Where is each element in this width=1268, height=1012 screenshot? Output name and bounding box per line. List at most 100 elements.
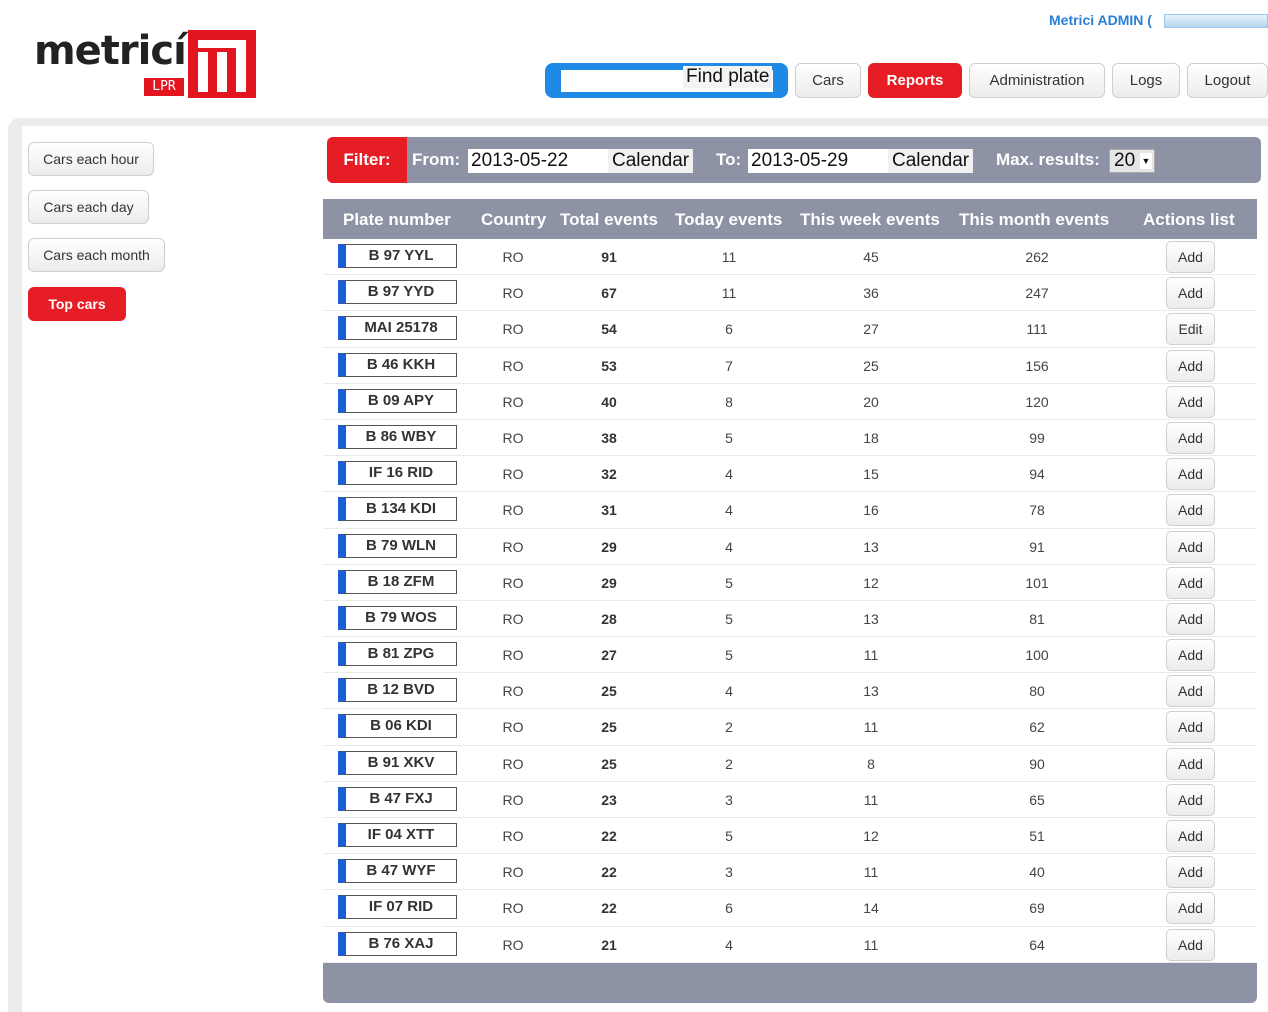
- row-action-button[interactable]: Add: [1166, 349, 1215, 382]
- col-month-events[interactable]: This month events: [959, 210, 1109, 230]
- table-row: B 81 ZPG RO 27 5 11 100 Add: [323, 637, 1257, 674]
- row-action-button[interactable]: Edit: [1166, 313, 1215, 346]
- row-action-button[interactable]: Add: [1166, 711, 1215, 744]
- table-row: B 76 XAJ RO 21 4 11 64 Add: [323, 927, 1257, 963]
- from-date-input[interactable]: 2013-05-22: [468, 149, 608, 173]
- row-action-button[interactable]: Add: [1166, 530, 1215, 563]
- user-label[interactable]: Metrici ADMIN (: [1049, 12, 1152, 28]
- sidebar-item-cars-each-hour[interactable]: Cars each hour: [28, 142, 154, 176]
- today-events-cell: 2: [725, 719, 733, 736]
- month-events-cell: 262: [1025, 249, 1049, 265]
- row-action-button[interactable]: Add: [1166, 928, 1215, 961]
- month-events-cell: 62: [1029, 719, 1045, 736]
- row-action-button[interactable]: Add: [1166, 458, 1215, 491]
- row-action-button[interactable]: Add: [1166, 675, 1215, 708]
- row-action-button[interactable]: Add: [1166, 639, 1215, 672]
- total-events-cell: 38: [601, 429, 617, 446]
- month-events-cell: 51: [1029, 828, 1045, 844]
- week-events-cell: 12: [863, 828, 879, 844]
- row-action-button[interactable]: Add: [1166, 241, 1215, 273]
- row-action-button[interactable]: Add: [1166, 747, 1215, 780]
- nav-cars-button[interactable]: Cars: [795, 63, 861, 98]
- col-week-events[interactable]: This week events: [800, 210, 940, 230]
- total-events-cell: 67: [601, 285, 617, 302]
- country-cell: RO: [502, 936, 524, 953]
- find-plate-button[interactable]: Find plate: [683, 66, 773, 88]
- table-row: IF 16 RID RO 32 4 15 94 Add: [323, 456, 1257, 493]
- plate-number[interactable]: IF 04 XTT: [338, 823, 457, 847]
- plate-number[interactable]: B 47 FXJ: [338, 786, 457, 811]
- metrici-logo[interactable]: metricí LPR: [34, 28, 258, 100]
- country-cell: RO: [502, 357, 524, 374]
- sidebar-item-top-cars[interactable]: Top cars: [28, 287, 126, 321]
- plate-number[interactable]: B 97 YYD: [338, 280, 457, 305]
- max-results-label: Max. results:: [996, 150, 1100, 169]
- plate-number[interactable]: B 47 WYF: [338, 859, 457, 884]
- week-events-cell: 18: [863, 429, 879, 446]
- plate-number[interactable]: B 18 ZFM: [338, 569, 457, 594]
- plate-number[interactable]: B 46 KKH: [338, 352, 457, 377]
- row-action-button[interactable]: Add: [1166, 494, 1215, 527]
- month-events-cell: 69: [1029, 900, 1045, 917]
- plate-number[interactable]: B 134 KDI: [338, 497, 457, 522]
- plate-number[interactable]: IF 16 RID: [338, 461, 457, 486]
- table-row: B 86 WBY RO 38 5 18 99 Add: [323, 420, 1257, 457]
- week-events-cell: 11: [863, 719, 879, 736]
- plate-number[interactable]: B 91 XKV: [338, 750, 457, 775]
- total-events-cell: 29: [601, 574, 617, 591]
- row-action-button[interactable]: Add: [1166, 277, 1215, 310]
- plate-number[interactable]: MAI 25178: [338, 316, 457, 341]
- nav-reports-button[interactable]: Reports: [868, 63, 962, 98]
- today-events-cell: 8: [725, 393, 733, 410]
- to-calendar-button[interactable]: Calendar: [888, 149, 974, 173]
- plate-number[interactable]: B 86 WBY: [338, 424, 457, 449]
- page-root: metricí LPR Metrici ADMIN ( Find plate C…: [0, 0, 1268, 1012]
- row-action-button[interactable]: Add: [1166, 385, 1215, 418]
- today-events-cell: 5: [725, 574, 733, 591]
- sidebar-item-cars-each-day[interactable]: Cars each day: [28, 190, 149, 224]
- row-action-button[interactable]: Add: [1166, 856, 1215, 889]
- plate-number[interactable]: B 79 WLN: [338, 533, 457, 558]
- row-action-button[interactable]: Add: [1166, 820, 1215, 852]
- total-events-cell: 25: [601, 683, 617, 700]
- row-action-button[interactable]: Add: [1166, 783, 1215, 816]
- table-row: MAI 25178 RO 54 6 27 111 Edit: [323, 311, 1257, 348]
- plate-number[interactable]: B 09 APY: [338, 388, 457, 413]
- row-action-button[interactable]: Add: [1166, 421, 1215, 454]
- plate-number[interactable]: B 81 ZPG: [338, 642, 457, 667]
- table-row: B 97 YYL RO 91 11 45 262 Add: [323, 239, 1257, 276]
- nav-administration-button[interactable]: Administration: [969, 63, 1105, 98]
- week-events-cell: 13: [863, 538, 879, 555]
- total-events-cell: 40: [601, 393, 617, 410]
- month-events-cell: 91: [1029, 538, 1045, 555]
- week-events-cell: 11: [863, 791, 879, 808]
- row-action-button[interactable]: Add: [1166, 602, 1215, 635]
- plate-number[interactable]: IF 07 RID: [338, 895, 457, 920]
- week-events-cell: 45: [863, 249, 879, 265]
- month-events-cell: 64: [1029, 936, 1045, 953]
- total-events-cell: 29: [601, 538, 617, 555]
- plate-number[interactable]: B 97 YYL: [338, 244, 457, 268]
- today-events-cell: 5: [725, 828, 733, 844]
- nav-logout-button[interactable]: Logout: [1187, 63, 1268, 98]
- from-calendar-button[interactable]: Calendar: [608, 149, 694, 173]
- plate-number[interactable]: B 06 KDI: [338, 714, 457, 739]
- plate-number[interactable]: B 79 WOS: [338, 605, 457, 630]
- col-total-events[interactable]: Total events: [560, 210, 658, 230]
- max-results-select[interactable]: 20 ▼: [1109, 149, 1155, 173]
- col-country[interactable]: Country: [481, 210, 546, 230]
- col-plate-number[interactable]: Plate number: [343, 210, 451, 230]
- row-action-button[interactable]: Add: [1166, 892, 1215, 925]
- month-events-cell: 94: [1029, 466, 1045, 483]
- plate-number[interactable]: B 76 XAJ: [338, 931, 457, 956]
- row-action-button[interactable]: Add: [1166, 566, 1215, 599]
- table-body: B 97 YYL RO 91 11 45 262 Add B 97 YYD RO 67 11 36 2 4…: [323, 239, 1257, 963]
- total-events-cell: 27: [601, 647, 617, 664]
- to-date-input[interactable]: 2013-05-29: [748, 149, 888, 173]
- sidebar-item-cars-each-month[interactable]: Cars each month: [28, 238, 165, 272]
- table-row: B 06 KDI RO 25 2 11 62 Add: [323, 709, 1257, 746]
- week-events-cell: 36: [863, 285, 879, 302]
- plate-number[interactable]: B 12 BVD: [338, 678, 457, 703]
- nav-logs-button[interactable]: Logs: [1112, 63, 1180, 98]
- col-today-events[interactable]: Today events: [675, 210, 782, 230]
